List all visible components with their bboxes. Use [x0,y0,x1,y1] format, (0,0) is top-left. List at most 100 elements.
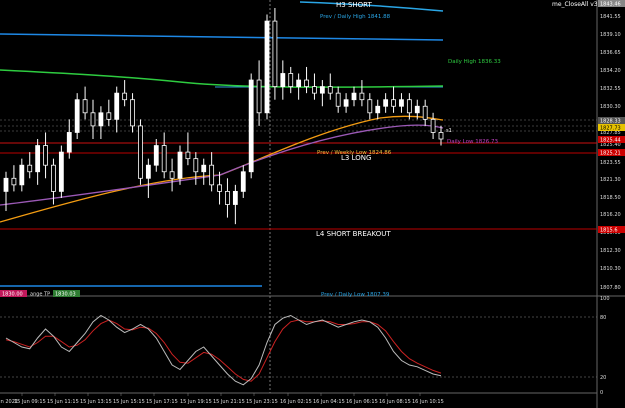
chart-background [0,0,625,408]
l3-long-label: L3 LONG [341,154,371,162]
candle-body [185,151,191,160]
price-chart[interactable]: me_CloseAll v3d H3 SHORT Prev / Daily Hi… [0,0,625,408]
time-tick-label: 15 Jun 17:15 [146,399,178,405]
candle-body [343,99,349,107]
candle-body [327,86,333,94]
candle-body [272,20,278,88]
candle-body [335,92,341,107]
price-tick-label: 1807.80 [600,285,621,291]
candle-body [414,105,420,114]
candle-body [351,92,357,101]
candle-body [19,164,25,186]
candle-body [193,158,199,173]
osc-tick-label: 0 [600,390,603,396]
candle-body [399,99,404,107]
bid-badge: 1828.33 [600,119,621,125]
candle-body [153,145,159,166]
candle-body [11,177,17,186]
candle-body [280,73,286,88]
price-tick-label: 1823.55 [600,160,621,166]
candle-body [98,112,104,127]
candle-body [248,79,254,173]
price-tick-label: 1834.20 [600,68,621,74]
tag-left-3: 1830.03 [55,292,76,298]
candle-body [391,99,396,107]
osc-tick-label: 100 [600,296,610,302]
l4-badge: 1825.44 [600,138,621,144]
candle-body [3,177,9,192]
candle-body [232,190,238,205]
candle-body [438,132,444,140]
daily-high-label: Daily High 1836.33 [448,59,501,65]
time-tick-label: 16 Jun 10:15 [412,399,444,405]
price-tick-label: 1816.20 [600,212,621,218]
candle-body [82,99,88,114]
time-tick-label: 15 Jun 23:15 [246,399,278,405]
h3-short-label: H3 SHORT [336,1,373,9]
price-tick-label: 1830.30 [600,104,621,110]
price-tick-label: 1832.55 [600,86,621,92]
price-tick-label: 1836.65 [600,50,621,56]
candle-body [256,79,262,114]
candle-body [422,105,428,120]
candle-body [114,92,120,120]
candle-body [406,99,412,114]
l3-badge: 1825.21 [600,151,621,157]
candle-body [375,105,381,114]
time-tick-label: 16 Jun 02:15 [280,399,312,405]
candle-body [58,151,64,192]
candle-body [35,145,41,173]
candle-body [319,86,325,94]
candle-body [161,145,167,173]
candle-body [383,99,389,107]
candle-body [209,164,215,186]
candle-body [106,112,112,120]
candle-body [264,20,270,114]
time-tick-label: 15 Jun 09:15 [14,399,46,405]
time-tick-label: 15 Jun 19:15 [180,399,212,405]
candle-body [74,99,80,133]
price-tick-label: 1812.30 [600,248,621,254]
candle-body [240,171,246,192]
candle-body [304,79,309,88]
candle-body [359,92,365,101]
time-tick-label: 15 Jun 21:15 [213,399,245,405]
candle-body [288,73,294,88]
prev-daily-high-label: Prev / Daily High 1841.88 [320,14,391,20]
candle-body [138,125,143,179]
time-tick-label: 15 Jun 15:15 [113,399,145,405]
price-tick-label: 1841.55 [600,14,621,20]
osc-tick-label: 20 [600,375,606,381]
candle-body [217,184,222,192]
candle-body [312,86,317,94]
l4-short-breakout-label: L4 SHORT BREAKOUT [316,230,391,238]
candle-body [43,145,48,166]
price-tick-label: 1839.10 [600,32,621,38]
candle-body [296,79,302,88]
ask-badge: 1827.73 [600,126,621,132]
time-tick-label: 16 Jun 06:15 [346,399,378,405]
tag-left-1: 1830.00 [2,292,23,298]
candle-body [51,164,56,192]
candle-body [122,92,128,101]
candle-body [169,171,175,179]
candle-body [430,118,436,133]
time-tick-label: 15 Jun 11:15 [47,399,79,405]
candle-body [27,164,33,173]
osc-tick-label: 80 [600,315,606,321]
top-badge: 1843.46 [600,2,621,8]
bottom-badge: 1815.6 [600,228,618,234]
price-tick-label: 1821.30 [600,177,621,183]
candle-body [145,164,151,179]
candle-body [367,99,373,114]
time-tick-label: 16 Jun 04:15 [313,399,345,405]
price-tick-label: 1810.30 [600,266,621,272]
candle-body [90,112,96,127]
candle-body [130,99,135,127]
candle-body [177,151,183,179]
price-tick-label: 1818.50 [600,195,621,201]
candle-body [201,164,207,173]
time-tick-label: 16 Jun 08:15 [379,399,411,405]
time-tick-label: 15 Jun 13:15 [80,399,112,405]
prev-daily-low-label: Prev / Daily Low 1807.39 [321,292,390,298]
